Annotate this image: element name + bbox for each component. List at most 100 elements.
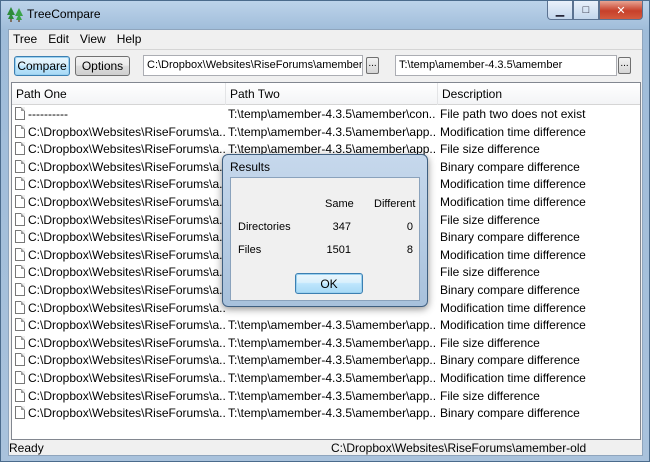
file-icon: [15, 159, 25, 173]
path-two-cell: T:\temp\amember-4.3.5\amember\app...: [228, 335, 435, 350]
path-one-text: C:\Dropbox\Websites\RiseForums\a...: [28, 388, 225, 403]
path-one-text: C:\Dropbox\Websites\RiseForums\a...: [28, 194, 225, 209]
column-header-path-one[interactable]: Path One: [12, 83, 226, 105]
title-bar[interactable]: TreeCompare ▁ □ ✕: [1, 1, 649, 29]
path-two-cell: T:\temp\amember-4.3.5\amember\app...: [228, 124, 435, 139]
path-two-cell: T:\temp\amember-4.3.5\amember\app...: [228, 353, 435, 368]
results-header-same: Same: [325, 198, 354, 210]
path-one-text: C:\Dropbox\Websites\RiseForums\a...: [28, 142, 225, 157]
path-one-text: C:\Dropbox\Websites\RiseForums\a...: [28, 300, 225, 315]
file-icon: [15, 247, 25, 261]
description-cell: Binary compare difference: [440, 230, 580, 245]
file-icon: [15, 230, 25, 244]
description-cell: File size difference: [440, 388, 540, 403]
caption-buttons: ▁ □ ✕: [547, 1, 643, 21]
path-two-input[interactable]: T:\temp\amember-4.3.5\amember: [395, 55, 617, 76]
path-one-cell: C:\Dropbox\Websites\RiseForums\a...: [15, 406, 225, 420]
table-row[interactable]: C:\Dropbox\Websites\RiseForums\a... T:\te…: [12, 124, 640, 142]
path-one-text: C:\Dropbox\Websites\RiseForums\a...: [28, 159, 225, 174]
description-cell: Modification time difference: [440, 194, 586, 209]
description-cell: Modification time difference: [440, 300, 586, 315]
description-cell: Modification time difference: [440, 247, 586, 262]
table-row[interactable]: ---------- T:\temp\amember-4.3.5\amember\…: [12, 106, 640, 124]
close-button[interactable]: ✕: [599, 1, 643, 20]
description-cell: Modification time difference: [440, 124, 586, 139]
path-one-text: C:\Dropbox\Websites\RiseForums\a...: [28, 247, 225, 262]
table-row[interactable]: C:\Dropbox\Websites\RiseForums\a... T:\te…: [12, 405, 640, 423]
description-cell: Binary compare difference: [440, 353, 580, 368]
description-cell: Binary compare difference: [440, 159, 580, 174]
path-one-cell: C:\Dropbox\Websites\RiseForums\a...: [15, 230, 225, 244]
status-path: C:\Dropbox\Websites\RiseForums\amember-o…: [331, 441, 587, 455]
table-row[interactable]: C:\Dropbox\Websites\RiseForums\a... T:\te…: [12, 335, 640, 353]
path-one-cell: C:\Dropbox\Websites\RiseForums\a...: [15, 282, 225, 297]
file-icon: [15, 388, 25, 402]
file-icon: [15, 300, 25, 314]
table-row[interactable]: C:\Dropbox\Websites\RiseForums\a... T:\te…: [12, 352, 640, 370]
app-window: TreeCompare ▁ □ ✕ Tree Edit View Help Co…: [0, 0, 650, 462]
dialog-title: Results: [230, 160, 271, 174]
ok-button[interactable]: OK: [295, 273, 363, 294]
path-one-cell: C:\Dropbox\Websites\RiseForums\a...: [15, 353, 225, 367]
description-cell: Modification time difference: [440, 370, 586, 385]
path-one-cell: C:\Dropbox\Websites\RiseForums\a...: [15, 124, 225, 139]
path-one-cell: C:\Dropbox\Websites\RiseForums\a...: [15, 300, 225, 315]
table-row[interactable]: C:\Dropbox\Websites\RiseForums\a... T:\te…: [12, 370, 640, 388]
menu-help[interactable]: Help: [113, 30, 149, 48]
tree-app-icon: [7, 7, 23, 22]
file-icon: [15, 142, 25, 156]
results-row-label: Files: [238, 244, 262, 256]
file-icon: [15, 335, 25, 349]
menu-view[interactable]: View: [76, 30, 113, 48]
description-cell: Modification time difference: [440, 318, 586, 333]
maximize-button[interactable]: □: [573, 1, 599, 20]
path-one-text: C:\Dropbox\Websites\RiseForums\a...: [28, 353, 225, 368]
table-row[interactable]: C:\Dropbox\Websites\RiseForums\a... T:\te…: [12, 388, 640, 406]
menu-edit[interactable]: Edit: [44, 30, 76, 48]
options-button[interactable]: Options: [75, 56, 130, 76]
browse-path-one-button[interactable]: ...: [366, 57, 379, 74]
dialog-body: Same Different Directories 347 0 Files 1…: [230, 177, 420, 301]
results-directories-same: 347: [332, 221, 351, 233]
file-icon: [15, 124, 25, 138]
path-one-text: C:\Dropbox\Websites\RiseForums\a...: [28, 265, 225, 280]
file-icon: [15, 353, 25, 367]
file-icon: [15, 177, 25, 191]
results-directories-different: 0: [406, 221, 413, 233]
description-cell: Binary compare difference: [440, 406, 580, 421]
results-row-label: Directories: [238, 221, 291, 233]
description-cell: File size difference: [440, 335, 540, 350]
column-header-path-two[interactable]: Path Two: [226, 83, 438, 105]
maximize-icon: □: [582, 4, 590, 16]
window-title: TreeCompare: [27, 7, 101, 21]
path-one-text: C:\Dropbox\Websites\RiseForums\a...: [28, 177, 225, 192]
path-one-input[interactable]: C:\Dropbox\Websites\RiseForums\amember-o…: [143, 55, 363, 76]
path-one-cell: C:\Dropbox\Websites\RiseForums\a...: [15, 247, 225, 262]
browse-path-two-button[interactable]: ...: [618, 57, 631, 74]
menu-tree[interactable]: Tree: [9, 30, 44, 48]
path-one-cell: C:\Dropbox\Websites\RiseForums\a...: [15, 318, 225, 332]
status-bar: Ready C:\Dropbox\Websites\RiseForums\ame…: [9, 441, 642, 456]
path-one-cell: C:\Dropbox\Websites\RiseForums\a...: [15, 194, 225, 209]
description-cell: Modification time difference: [440, 177, 586, 192]
path-two-cell: T:\temp\amember-4.3.5\amember\app...: [228, 318, 435, 333]
status-text: Ready: [9, 441, 44, 455]
column-header-description[interactable]: Description: [438, 83, 640, 105]
minimize-button[interactable]: ▁: [547, 1, 573, 20]
table-row[interactable]: C:\Dropbox\Websites\RiseForums\a... T:\te…: [12, 317, 640, 335]
path-one-text: C:\Dropbox\Websites\RiseForums\a...: [28, 318, 225, 333]
path-one-cell: C:\Dropbox\Websites\RiseForums\a...: [15, 388, 225, 403]
path-one-text: C:\Dropbox\Websites\RiseForums\a...: [28, 230, 225, 245]
description-cell: File path two does not exist: [440, 107, 586, 121]
description-cell: File size difference: [440, 265, 540, 280]
toolbar: Compare Options C:\Dropbox\Websites\Rise…: [9, 49, 642, 79]
path-one-cell: C:\Dropbox\Websites\RiseForums\a...: [15, 370, 225, 385]
results-files-different: 8: [406, 244, 413, 256]
path-two-cell: T:\temp\amember-4.3.5\amember\app...: [228, 388, 435, 403]
compare-button[interactable]: Compare: [14, 56, 70, 76]
file-icon: [15, 370, 25, 384]
path-one-text: C:\Dropbox\Websites\RiseForums\a...: [28, 335, 225, 350]
path-one-text: C:\Dropbox\Websites\RiseForums\a...: [28, 370, 225, 385]
minimize-icon: ▁: [555, 4, 565, 17]
menu-bar: Tree Edit View Help: [9, 30, 642, 48]
